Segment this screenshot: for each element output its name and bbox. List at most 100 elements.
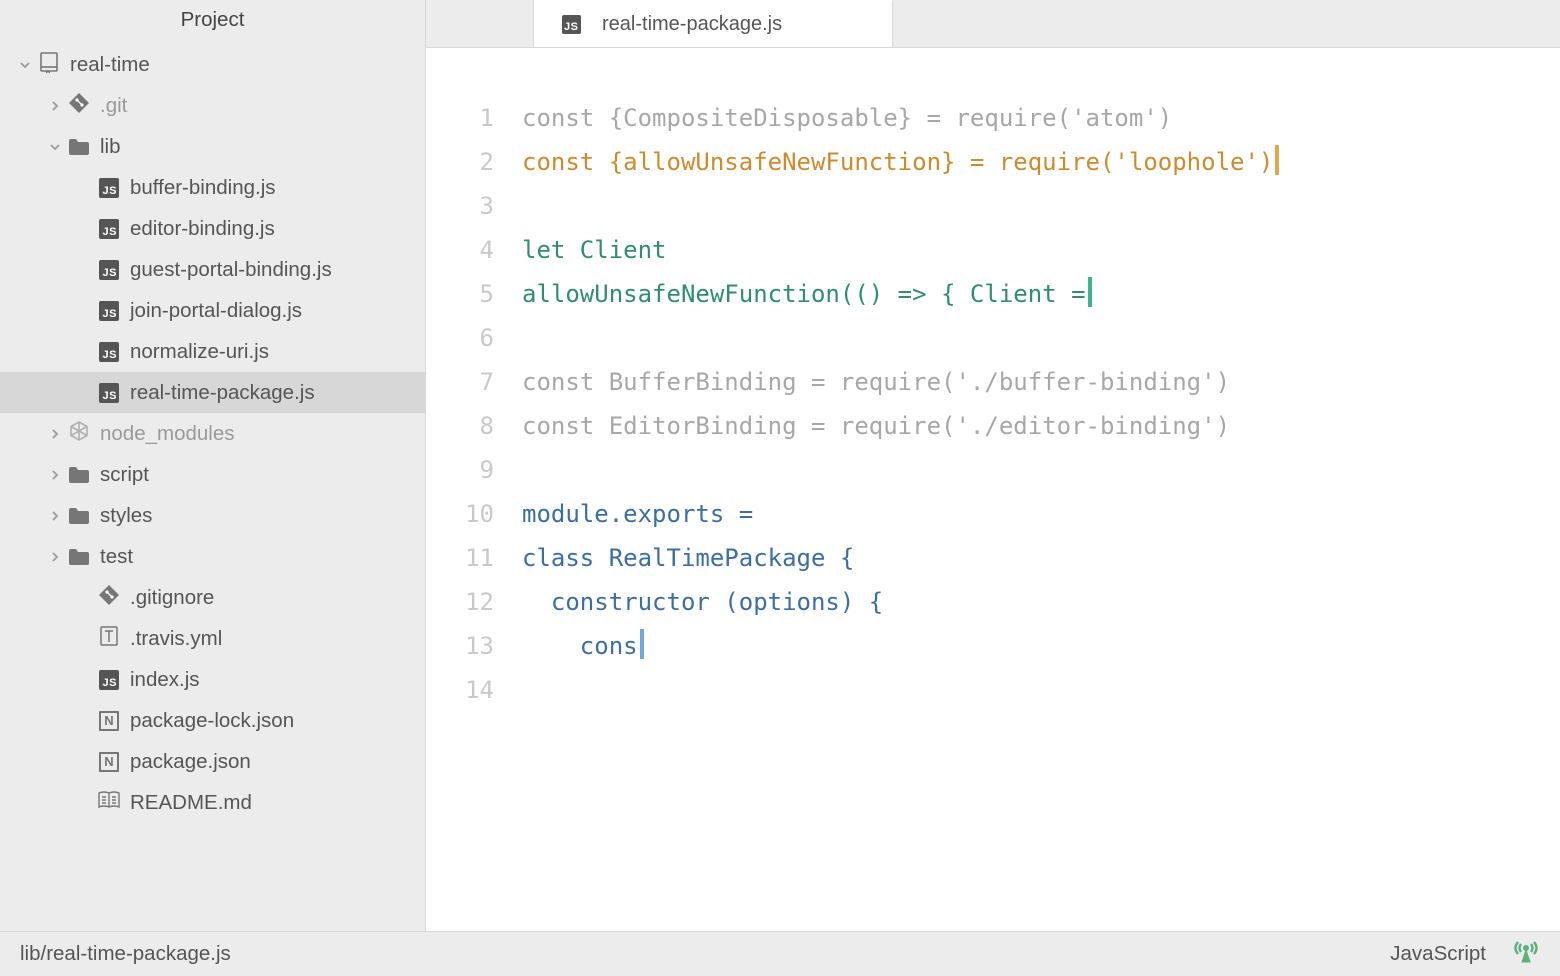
folder-icon [68,464,90,486]
tree-item[interactable]: .gitignore [0,577,425,618]
remote-cursor [1088,277,1092,307]
tree-item[interactable]: .travis.yml [0,618,425,659]
chevron-right-icon[interactable] [48,552,62,562]
code-token: const {allowUnsafeNewFunction} = require… [522,148,1273,176]
folder-icon [68,505,90,527]
line-gutter: 1234567891011121314 [426,96,516,931]
tree-item-label: join-portal-dialog.js [130,299,302,323]
code-line[interactable]: allowUnsafeNewFunction(() => { Client = [522,272,1560,316]
tree-item-label: node_modules [100,422,235,446]
status-language[interactable]: JavaScript [1390,942,1486,966]
code-line[interactable]: constructor (options) { [522,580,1560,624]
tree-item-label: guest-portal-binding.js [130,258,332,282]
remote-cursor [640,629,644,659]
tree-item[interactable]: styles [0,495,425,536]
tree-item[interactable]: node_modules [0,413,425,454]
code-line[interactable]: cons [522,624,1560,668]
line-number: 2 [426,140,494,184]
chevron-right-icon[interactable] [48,511,62,521]
tree-item-label: buffer-binding.js [130,176,276,200]
tree-item[interactable]: JSguest-portal-binding.js [0,249,425,290]
code-token: let Client [522,236,667,264]
line-number: 4 [426,228,494,272]
tab-filename: real-time-package.js [602,13,782,36]
code-editor[interactable]: 1234567891011121314 const {CompositeDisp… [426,48,1560,931]
code-token: allowUnsafeNewFunction(() => { Client = [522,280,1086,308]
code-token: const BufferBinding = require('./buffer-… [522,368,1230,396]
code-line[interactable]: const BufferBinding = require('./buffer-… [522,360,1560,404]
chevron-right-icon[interactable] [48,429,62,439]
line-number: 6 [426,316,494,360]
tab-active[interactable]: JS real-time-package.js [534,0,893,47]
tree-item-label: .gitignore [130,586,214,610]
status-path[interactable]: lib/real-time-package.js [20,942,231,966]
sidebar-title: Project [0,0,425,42]
tree-item[interactable]: lib [0,126,425,167]
chevron-right-icon[interactable] [48,101,62,111]
tree-item-label: editor-binding.js [130,217,275,241]
tree-item-selected[interactable]: JSreal-time-package.js [0,372,425,413]
tree-item[interactable]: real-time [0,44,425,85]
line-number: 11 [426,536,494,580]
tab-spacer [426,0,534,47]
tree-item[interactable]: script [0,454,425,495]
file-tree[interactable]: real-time.gitlibJSbuffer-binding.jsJSedi… [0,42,425,931]
code-line[interactable] [522,184,1560,228]
code-token: module.exports = [522,500,753,528]
tree-item[interactable]: JS editor-binding.js [0,208,425,249]
chevron-right-icon[interactable] [48,470,62,480]
git-icon [68,95,90,117]
code-line[interactable]: class RealTimePackage { [522,536,1560,580]
status-bar: lib/real-time-package.js JavaScript [0,931,1560,976]
code-line[interactable]: const {CompositeDisposable} = require('a… [522,96,1560,140]
code-token: const EditorBinding = require('./editor-… [522,412,1230,440]
tree-item[interactable]: Npackage.json [0,741,425,782]
code-line[interactable]: module.exports = [522,492,1560,536]
project-sidebar: Project real-time.gitlibJSbuffer-binding… [0,0,426,931]
line-number: 8 [426,404,494,448]
n-icon: N [98,710,120,732]
tree-item[interactable]: JSnormalize-uri.js [0,331,425,372]
js-icon: JS [98,218,120,240]
tree-item-label: .git [100,94,127,118]
code-content[interactable]: const {CompositeDisposable} = require('a… [516,96,1560,931]
remote-cursor [1275,145,1279,175]
book-icon [98,792,120,814]
line-number: 5 [426,272,494,316]
chevron-down-icon[interactable] [48,142,62,152]
tree-item-label: real-time-package.js [130,381,315,405]
js-icon: JS [98,341,120,363]
tree-item-label: test [100,545,133,569]
tree-item[interactable]: JS join-portal-dialog.js [0,290,425,331]
js-icon: JS [560,13,582,35]
folder-icon [68,546,90,568]
line-number: 14 [426,668,494,712]
tree-item-label: real-time [70,53,150,77]
code-line[interactable] [522,668,1560,712]
tree-item-label: .travis.yml [130,627,222,651]
tree-item-label: styles [100,504,152,528]
tree-item-label: script [100,463,149,487]
line-number: 10 [426,492,494,536]
tree-item[interactable]: Npackage-lock.json [0,700,425,741]
txt-icon [98,628,120,650]
code-token: cons [522,632,638,660]
tree-item[interactable]: test [0,536,425,577]
code-line[interactable]: const EditorBinding = require('./editor-… [522,404,1560,448]
node-icon [68,423,90,445]
tree-item-label: index.js [130,668,200,692]
tree-item[interactable]: JSbuffer-binding.js [0,167,425,208]
tree-item[interactable]: README.md [0,782,425,823]
chevron-down-icon[interactable] [18,60,32,70]
tree-item-label: lib [100,135,121,159]
code-line[interactable] [522,316,1560,360]
js-icon: JS [98,300,120,322]
code-line[interactable] [522,448,1560,492]
code-line[interactable]: const {allowUnsafeNewFunction} = require… [522,140,1560,184]
tree-item[interactable]: JSindex.js [0,659,425,700]
teletype-icon[interactable] [1512,939,1540,969]
tree-item-label: package-lock.json [130,709,294,733]
code-line[interactable]: let Client [522,228,1560,272]
editor-area: JS real-time-package.js 1234567891011121… [426,0,1560,931]
tree-item[interactable]: .git [0,85,425,126]
